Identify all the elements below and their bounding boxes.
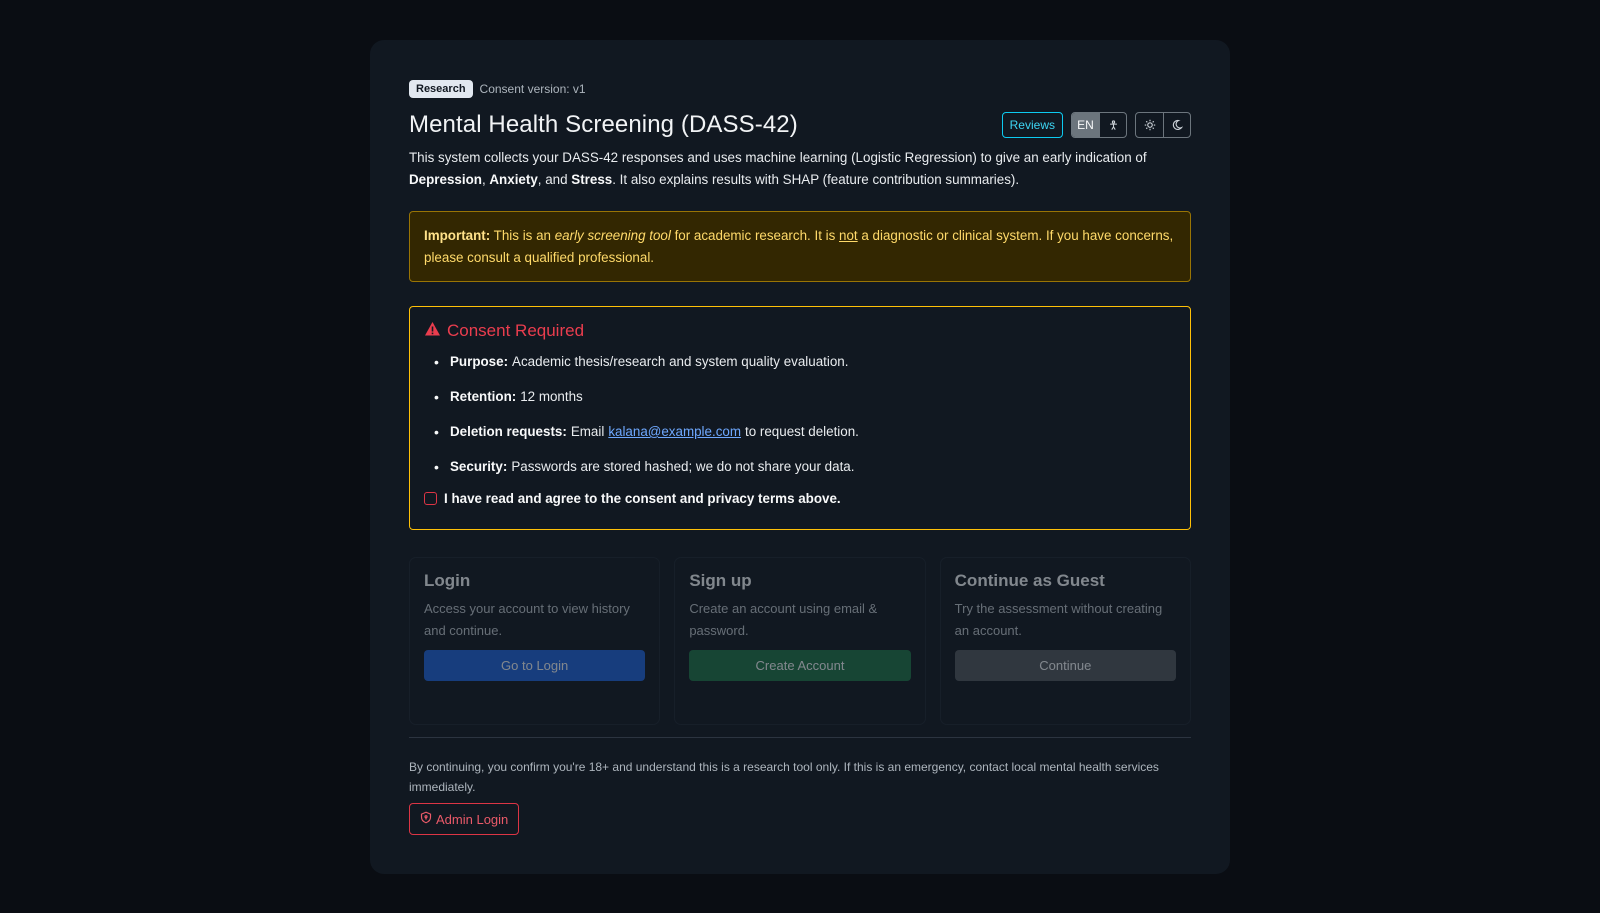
intro-anxiety: Anxiety	[489, 172, 538, 187]
signup-desc: Create an account using email & password…	[689, 601, 878, 638]
moon-icon[interactable]	[1163, 113, 1190, 137]
guest-title: Continue as Guest	[954, 571, 1105, 590]
title-row: Mental Health Screening (DASS-42) Review…	[409, 111, 1191, 139]
list-item: Purpose:Academic thesis/research and sys…	[434, 354, 1176, 389]
divider	[409, 737, 1191, 738]
language-button[interactable]: EN	[1072, 113, 1099, 137]
agree-row: I have read and agree to the consent and…	[424, 491, 1176, 506]
retention-text: 12 months	[520, 389, 583, 404]
important-alert: Important: This is an early screening to…	[409, 211, 1191, 282]
email-link[interactable]: kalana@example.com	[608, 424, 741, 439]
purpose-text: Academic thesis/research and system qual…	[512, 354, 849, 369]
shield-icon	[420, 811, 432, 827]
language-accessibility-group: EN	[1071, 112, 1127, 138]
guest-card: Continue as Guest Try the assessment wit…	[939, 557, 1191, 725]
list-item: Retention:12 months	[434, 389, 1176, 424]
alert-not: not	[839, 228, 858, 243]
reviews-button[interactable]: Reviews	[1001, 112, 1063, 138]
intro-text: This system collects your DASS-42 respon…	[409, 147, 1191, 191]
purpose-label: Purpose:	[450, 354, 509, 369]
admin-login-label: Admin Login	[436, 811, 509, 827]
page-title: Mental Health Screening (DASS-42)	[409, 111, 798, 138]
create-account-button[interactable]: Create Account	[689, 650, 911, 681]
login-card: Login Access your account to view histor…	[409, 557, 661, 725]
list-item: Deletion requests:Emailkalana@example.co…	[434, 424, 1176, 459]
footer-note: By continuing, you confirm you're 18+ an…	[409, 760, 1159, 794]
intro-sep2: , and	[537, 172, 572, 187]
sun-icon[interactable]	[1136, 113, 1163, 137]
alert-text-1: This is an	[490, 228, 555, 243]
alert-label: Important:	[424, 228, 491, 243]
login-title: Login	[424, 571, 471, 590]
warning-triangle-icon	[424, 321, 441, 342]
access-options: Login Access your account to view histor…	[409, 557, 1191, 725]
alert-text-2: for academic research. It is	[670, 228, 840, 243]
go-to-login-button[interactable]: Go to Login	[424, 650, 646, 681]
intro-part2: . It also explains results with SHAP (fe…	[612, 172, 1020, 187]
security-label: Security:	[450, 459, 508, 474]
theme-toggle-group	[1135, 112, 1191, 138]
consent-heading: Consent Required	[424, 320, 1176, 342]
intro-depression: Depression	[409, 172, 482, 187]
agree-label[interactable]: I have read and agree to the consent and…	[444, 491, 841, 506]
deletion-post: to request deletion.	[745, 424, 859, 439]
security-text: Passwords are stored hashed; we do not s…	[511, 459, 855, 474]
consent-card: Research Consent version: v1 Mental Heal…	[370, 40, 1230, 874]
guest-desc: Try the assessment without creating an a…	[954, 601, 1163, 638]
signup-title: Sign up	[689, 571, 752, 590]
continue-button[interactable]: Continue	[954, 650, 1176, 681]
consent-box: Consent Required Purpose:Academic thesis…	[409, 306, 1191, 530]
deletion-pre: Email	[570, 424, 605, 439]
consent-list: Purpose:Academic thesis/research and sys…	[424, 354, 1176, 494]
intro-stress: Stress	[571, 172, 613, 187]
retention-label: Retention:	[450, 389, 517, 404]
agree-checkbox[interactable]	[424, 492, 437, 505]
list-item: Security:Passwords are stored hashed; we…	[434, 459, 1176, 494]
research-badge: Research	[409, 80, 473, 98]
alert-emphasis: early screening tool	[554, 228, 671, 243]
accessibility-icon[interactable]	[1099, 113, 1126, 137]
consent-version: Consent version: v1	[479, 82, 586, 96]
header-controls: Reviews EN	[1001, 112, 1191, 138]
intro-part1: This system collects your DASS-42 respon…	[409, 150, 1147, 165]
meta-row: Research Consent version: v1	[409, 80, 1191, 98]
login-desc: Access your account to view history and …	[424, 601, 630, 638]
admin-login-button[interactable]: Admin Login	[409, 803, 520, 835]
consent-title: Consent Required	[447, 321, 585, 340]
signup-card: Sign up Create an account using email & …	[674, 557, 926, 725]
deletion-label: Deletion requests:	[450, 424, 567, 439]
